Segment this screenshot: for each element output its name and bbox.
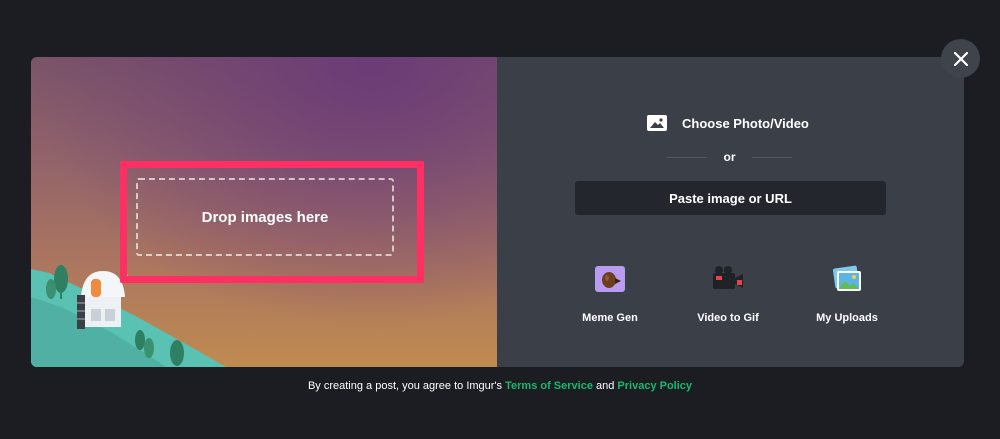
photos-icon — [832, 265, 861, 291]
privacy-policy-link[interactable]: Privacy Policy — [617, 380, 692, 392]
drop-zone-label: Drop images here — [201, 208, 329, 226]
video-to-gif-label: Video to Gif — [697, 312, 759, 324]
meme-gen-label: Meme Gen — [582, 312, 638, 324]
my-uploads-label: My Uploads — [816, 312, 878, 324]
divider-line-left — [667, 156, 707, 158]
divider-line-right — [752, 156, 792, 158]
drop-zone[interactable]: Drop images here — [136, 178, 394, 256]
terms-of-service-link[interactable]: Terms of Service — [505, 380, 593, 392]
options-panel: Choose Photo/Video or Paste image or URL… — [497, 57, 964, 367]
choose-photo-video-button[interactable]: Choose Photo/Video — [647, 112, 809, 134]
terms-prefix: By creating a post, you agree to Imgur's — [307, 380, 506, 392]
or-label: or — [723, 150, 736, 164]
video-to-gif-button[interactable]: Video to Gif — [678, 262, 778, 326]
meme-gen-button[interactable]: Meme Gen — [560, 262, 660, 326]
or-divider: or — [667, 149, 792, 165]
choose-photo-video-label: Choose Photo/Video — [682, 115, 809, 131]
terms-notice: By creating a post, you agree to Imgur's… — [0, 380, 1000, 392]
upload-modal: Drop images here Choose Photo/Video or P… — [31, 57, 964, 367]
close-icon — [953, 51, 968, 66]
meme-icon — [595, 266, 625, 292]
image-icon — [647, 115, 667, 131]
video-camera-icon — [713, 266, 743, 289]
close-button[interactable] — [941, 39, 980, 78]
paste-url-button[interactable]: Paste image or URL — [575, 181, 886, 215]
terms-and: and — [592, 380, 618, 392]
my-uploads-button[interactable]: My Uploads — [797, 262, 897, 326]
paste-url-label: Paste image or URL — [669, 190, 792, 206]
drop-panel[interactable]: Drop images here — [31, 57, 497, 367]
